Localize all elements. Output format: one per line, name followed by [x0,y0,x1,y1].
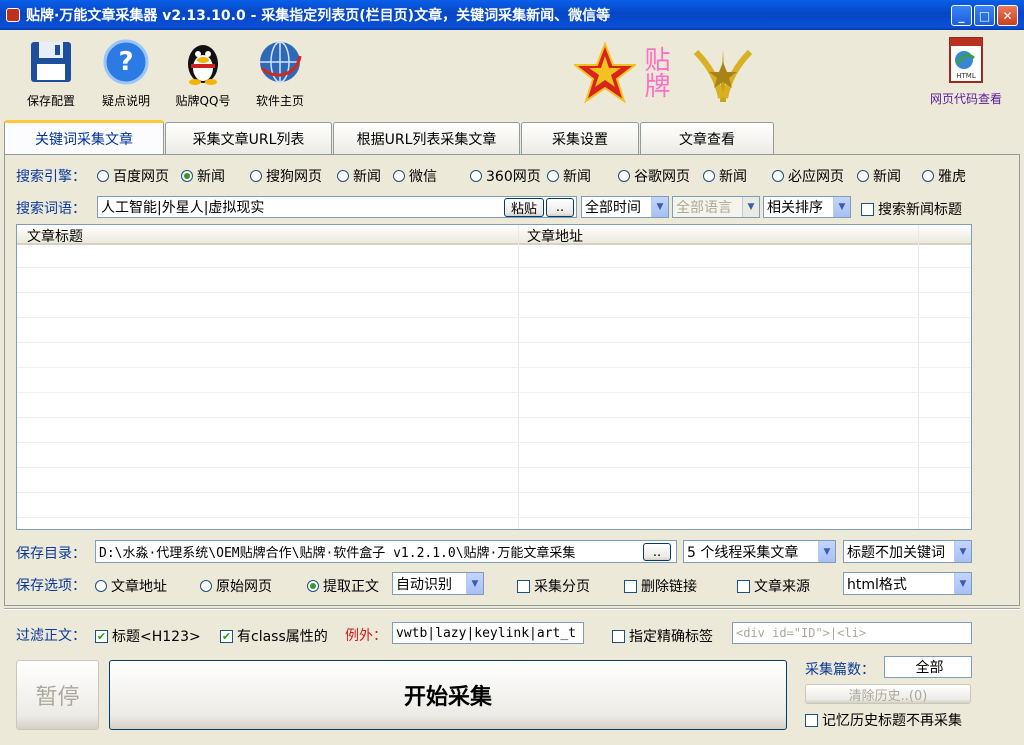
format-select[interactable]: html格式 ▼ [843,572,972,595]
engine-label: 搜索引擎： [16,169,86,185]
chevron-down-icon: ▼ [742,197,759,217]
emblem-icon [693,49,753,102]
start-button[interactable]: 开始采集 [109,660,787,730]
clear-history-button[interactable]: 清除历史..(0) [805,684,971,704]
list-header: 文章标题 文章地址 [17,225,971,245]
column-title[interactable]: 文章标题 [27,226,83,246]
paging-checkbox[interactable]: 采集分页 [517,576,590,596]
save-dir-input[interactable]: D:\水淼·代理系统\OEM贴牌合作\贴牌·软件盒子 v1.2.1.0\贴牌·万… [95,540,677,563]
news-title-checkbox[interactable]: 搜索新闻标题 [861,199,962,219]
time-select[interactable]: 全部时间 ▼ [581,196,669,218]
html-view-button[interactable]: HTML 网页代码查看 [926,36,1006,107]
count-label: 采集篇数： [805,662,875,678]
engine-sogou-news[interactable]: 新闻 [337,166,381,186]
pause-button[interactable]: 暂停 [16,660,99,730]
engine-baidu-news[interactable]: 新闻 [181,166,225,186]
language-select[interactable]: 全部语言 ▼ [672,196,760,218]
extract-mode-select[interactable]: 自动识别 ▼ [392,572,484,595]
help-button[interactable]: ? 疑点说明 [91,38,161,109]
help-icon: ? [103,39,149,85]
chevron-down-icon: ▼ [466,573,483,594]
floppy-disk-icon [31,42,71,82]
chevron-down-icon: ▼ [954,541,971,562]
filter-h123-checkbox[interactable]: ✔ 标题<H123> [95,626,201,646]
save-dir-browse-button[interactable]: .. [643,543,671,561]
source-checkbox[interactable]: 文章来源 [737,576,810,596]
search-label: 搜索词语： [16,201,86,217]
tab-collect-by-url[interactable]: 根据URL列表采集文章 [333,122,520,154]
engine-bing-news[interactable]: 新闻 [857,166,901,186]
tab-settings[interactable]: 采集设置 [521,122,639,154]
engine-google-web[interactable]: 谷歌网页 [618,166,690,186]
brand-logo: 贴牌 [572,41,764,112]
svg-text:?: ? [118,47,133,77]
filter-label: 过滤正文： [16,628,86,644]
engine-sogou-web[interactable]: 搜狗网页 [250,166,322,186]
chevron-down-icon: ▼ [954,573,971,594]
except-label: 例外： [345,628,387,644]
chevron-down-icon: ▼ [818,541,835,562]
precise-tag-input[interactable]: <div id="ID">|<li> [732,622,972,644]
maximize-button[interactable]: □ [974,5,995,26]
engine-options: 百度网页 新闻 搜狗网页 新闻 微信 360网页 新闻 谷歌网页 新闻 必应网页… [97,166,977,186]
opt-raw-page[interactable]: 原始网页 [200,576,272,596]
title-bar: 贴牌·万能文章采集器 v2.13.10.0 - 采集指定列表页(栏目页)文章，关… [0,0,1024,30]
delete-links-checkbox[interactable]: 删除链接 [624,576,697,596]
engine-360-web[interactable]: 360网页 [470,166,541,186]
title-keyword-select[interactable]: 标题不加关键词 ▼ [843,540,972,563]
opt-extract-body[interactable]: 提取正文 [307,576,379,596]
html-view-label: 网页代码查看 [929,92,1002,106]
engine-baidu-web[interactable]: 百度网页 [97,166,169,186]
save-dir-label: 保存目录： [16,546,86,562]
chevron-down-icon: ▼ [833,197,850,217]
globe-icon [260,41,302,83]
remember-history-checkbox[interactable]: 记忆历史标题不再采集 [805,710,962,730]
engine-google-news[interactable]: 新闻 [703,166,747,186]
divider [4,608,1020,610]
penguin-icon [188,45,218,85]
sort-select[interactable]: 相关排序 ▼ [763,196,851,218]
save-options-label: 保存选项： [16,578,86,594]
svg-text:HTML: HTML [956,72,976,80]
except-input[interactable]: vwtb|lazy|keylink|art_t [392,622,584,644]
star-icon [572,41,638,104]
qq-label: 贴牌QQ号 [175,94,231,108]
article-list[interactable]: 文章标题 文章地址 [16,224,972,530]
engine-yahoo[interactable]: 雅虎 [922,166,966,186]
window-title: 贴牌·万能文章采集器 v2.13.10.0 - 采集指定列表页(栏目页)文章，关… [26,8,611,24]
filter-class-checkbox[interactable]: ✔ 有class属性的 [220,626,328,646]
tab-keyword[interactable]: 关键词采集文章 [4,120,164,155]
save-config-button[interactable]: 保存配置 [16,38,86,109]
save-config-label: 保存配置 [26,94,75,108]
engine-bing-web[interactable]: 必应网页 [772,166,844,186]
column-url[interactable]: 文章地址 [527,226,583,246]
count-input[interactable]: 全部 [884,656,972,678]
qq-button[interactable]: 贴牌QQ号 [168,38,238,109]
logo-text: 贴牌 [640,46,670,98]
paste-button[interactable]: 粘贴 [504,198,544,217]
homepage-label: 软件主页 [255,94,304,108]
engine-weixin[interactable]: 微信 [393,166,437,186]
tab-article-view[interactable]: 文章查看 [640,122,774,154]
search-browse-button[interactable]: .. [546,198,574,217]
minimize-button[interactable]: _ [951,5,972,26]
threads-select[interactable]: 5 个线程采集文章 ▼ [683,540,836,563]
tab-url-list[interactable]: 采集文章URL列表 [165,122,332,154]
opt-article-url[interactable]: 文章地址 [95,576,167,596]
app-icon [6,8,20,22]
html-file-icon: HTML [949,37,983,83]
engine-360-news[interactable]: 新闻 [547,166,591,186]
close-button[interactable]: ✕ [997,5,1018,26]
chevron-down-icon: ▼ [651,197,668,217]
help-label: 疑点说明 [101,94,150,108]
precise-tag-checkbox[interactable]: 指定精确标签 [612,626,713,646]
homepage-button[interactable]: 软件主页 [245,38,315,109]
